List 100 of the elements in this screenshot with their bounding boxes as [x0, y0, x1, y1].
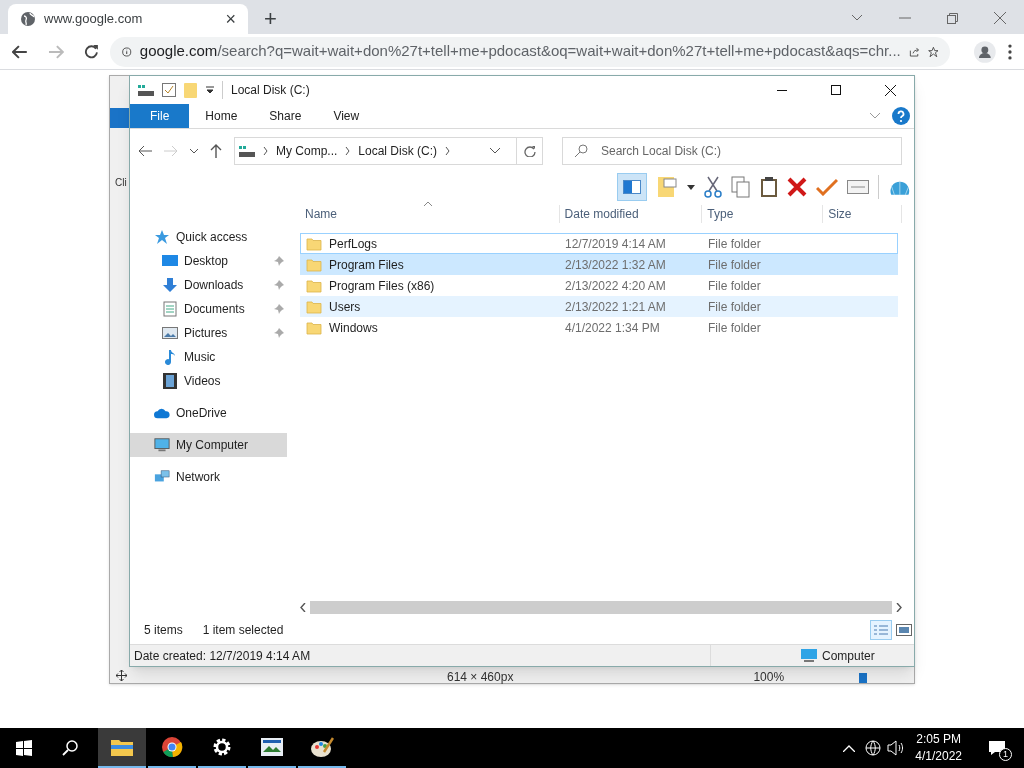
scissors-icon[interactable] [704, 176, 722, 198]
globe-icon [20, 11, 36, 27]
notification-button[interactable]: 1 [982, 733, 1012, 763]
delete-x-icon[interactable] [787, 177, 807, 197]
nav-item[interactable]: Desktop [130, 249, 287, 273]
column-header[interactable]: Size [823, 205, 902, 223]
nav-item[interactable]: OneDrive [130, 401, 287, 425]
reload-icon[interactable] [83, 44, 99, 59]
monitor-icon [154, 437, 170, 453]
chevron-up-icon[interactable] [843, 744, 856, 752]
speaker-icon[interactable] [887, 740, 906, 756]
type-cell-text: File folder [707, 277, 762, 295]
list-icon [873, 624, 889, 636]
scroll-right-icon[interactable] [896, 603, 902, 612]
search-field[interactable]: Search Local Disk (C:) [562, 137, 902, 165]
folder-icon [306, 236, 322, 251]
clock-date[interactable]: 4/1/2022 [915, 748, 962, 765]
envelope-icon[interactable] [847, 180, 869, 194]
copy-icon[interactable] [731, 176, 751, 198]
folder-icon [306, 299, 322, 314]
thumbnail-view-icon[interactable] [896, 624, 912, 636]
message-icon [988, 740, 1006, 756]
restore-icon[interactable] [947, 13, 958, 24]
ribbon-tab[interactable]: Share [253, 104, 318, 128]
file-row[interactable]: Program Files 2/13/2022 1:32 AM File folder [300, 254, 898, 275]
new-tab-button[interactable]: + [264, 8, 277, 30]
chevron-down-icon[interactable] [851, 14, 863, 22]
file-row[interactable]: Users 2/13/2022 1:21 AM File folder [300, 296, 898, 317]
file-name: PerfLogs [329, 235, 378, 253]
slider-thumb[interactable] [859, 673, 868, 683]
nav-label: OneDrive [176, 405, 228, 422]
profile-avatar-icon[interactable] [974, 40, 997, 63]
breadcrumb-item[interactable]: My Comp... [276, 142, 338, 160]
nav-label: Videos [184, 373, 222, 390]
nav-item[interactable]: Videos [130, 369, 287, 393]
file-row[interactable]: PerfLogs 12/7/2019 4:14 AM File folder [300, 233, 898, 254]
type-cell-text: File folder [707, 319, 762, 337]
up-arrow-icon[interactable] [210, 144, 222, 158]
taskbar-app[interactable] [98, 728, 146, 768]
nav-item[interactable]: Pictures [130, 321, 287, 345]
drive-icon [138, 83, 154, 97]
picture-icon [162, 326, 178, 340]
help-icon[interactable] [892, 107, 910, 125]
properties-icon[interactable] [162, 83, 176, 97]
back-arrow-icon[interactable] [12, 44, 28, 59]
address-bar[interactable]: google.com/search?q=wait+wait+don%27t+tell+me+pdocast&oq=wait+wait+don%27t+tell+me+pdocast&aqs=chr... [110, 36, 951, 67]
close-icon[interactable] [885, 84, 896, 96]
back-arrow-icon[interactable] [138, 145, 152, 157]
dropdown-caret-icon[interactable] [687, 184, 695, 190]
tab-close-button[interactable]: × [225, 10, 236, 28]
nav-item[interactable]: Downloads [130, 273, 287, 297]
nav-item[interactable]: Network [130, 465, 287, 489]
nav-item[interactable]: Documents [130, 297, 287, 321]
chevron-down-icon[interactable] [490, 148, 500, 154]
type-cell-text: File folder [707, 298, 762, 316]
column-header[interactable]: Date modified [559, 205, 703, 223]
horizontal-scrollbar[interactable] [300, 599, 902, 616]
sort-caret-icon [424, 201, 432, 206]
dropdown-caret-icon[interactable] [206, 86, 214, 94]
document-icon [163, 301, 177, 317]
image-viewer-icon [260, 737, 284, 757]
minimize-icon[interactable] [777, 89, 787, 91]
nav-item[interactable]: Music [130, 345, 287, 369]
settings-icon [212, 737, 232, 757]
tab-title: www.google.com [44, 10, 144, 29]
globe-icon[interactable] [865, 740, 882, 756]
ribbon-tab[interactable]: File [130, 104, 190, 128]
url-text: google.com/search?q=wait+wait+don%27t+tell+me+pdocast&oq=wait+wait+don%27t+tell+me+pdocast&aqs=chr... [139, 41, 901, 62]
shell-icon[interactable] [878, 175, 910, 199]
clock-time[interactable]: 2:05 PM [916, 731, 961, 748]
windows-logo-icon[interactable] [16, 740, 32, 756]
layout-pane-button[interactable] [617, 173, 647, 201]
ribbon-tab[interactable]: View [317, 104, 376, 128]
details-text: Date created: 12/7/2019 4:14 AM [134, 647, 312, 665]
breadcrumb-item[interactable]: Local Disk (C:) [358, 142, 438, 160]
file-name: Windows [329, 319, 378, 337]
file-name: Program Files [329, 256, 404, 274]
column-header[interactable]: Type [702, 205, 824, 223]
menu-icon[interactable] [1008, 43, 1012, 60]
maximize-icon[interactable] [831, 85, 841, 95]
location-text: Computer [822, 647, 876, 665]
desktop-icon [162, 254, 178, 268]
chevron-down-icon[interactable] [190, 148, 198, 154]
chevron-right-icon [263, 147, 268, 155]
file-name: Program Files (x86) [329, 277, 435, 295]
info-icon [122, 44, 132, 59]
nav-label: Quick access [176, 229, 249, 246]
music-note-icon [164, 349, 176, 365]
clipboard-icon[interactable] [760, 176, 778, 198]
column-header[interactable]: Name [300, 205, 560, 223]
checkmark-icon[interactable] [816, 178, 838, 196]
nav-item[interactable]: My Computer [130, 433, 287, 457]
scroll-left-icon[interactable] [300, 603, 306, 612]
search-icon[interactable] [62, 740, 78, 756]
date-cell-text: 4/1/2022 1:34 PM [564, 319, 661, 337]
address-field[interactable]: My Comp... Local Disk (C:) [234, 137, 543, 165]
chevron-right-icon [345, 147, 351, 155]
browser-tab[interactable]: www.google.com × [8, 4, 248, 34]
ribbon-tab[interactable]: Home [189, 104, 254, 128]
nav-item[interactable]: Quick access [130, 225, 287, 249]
